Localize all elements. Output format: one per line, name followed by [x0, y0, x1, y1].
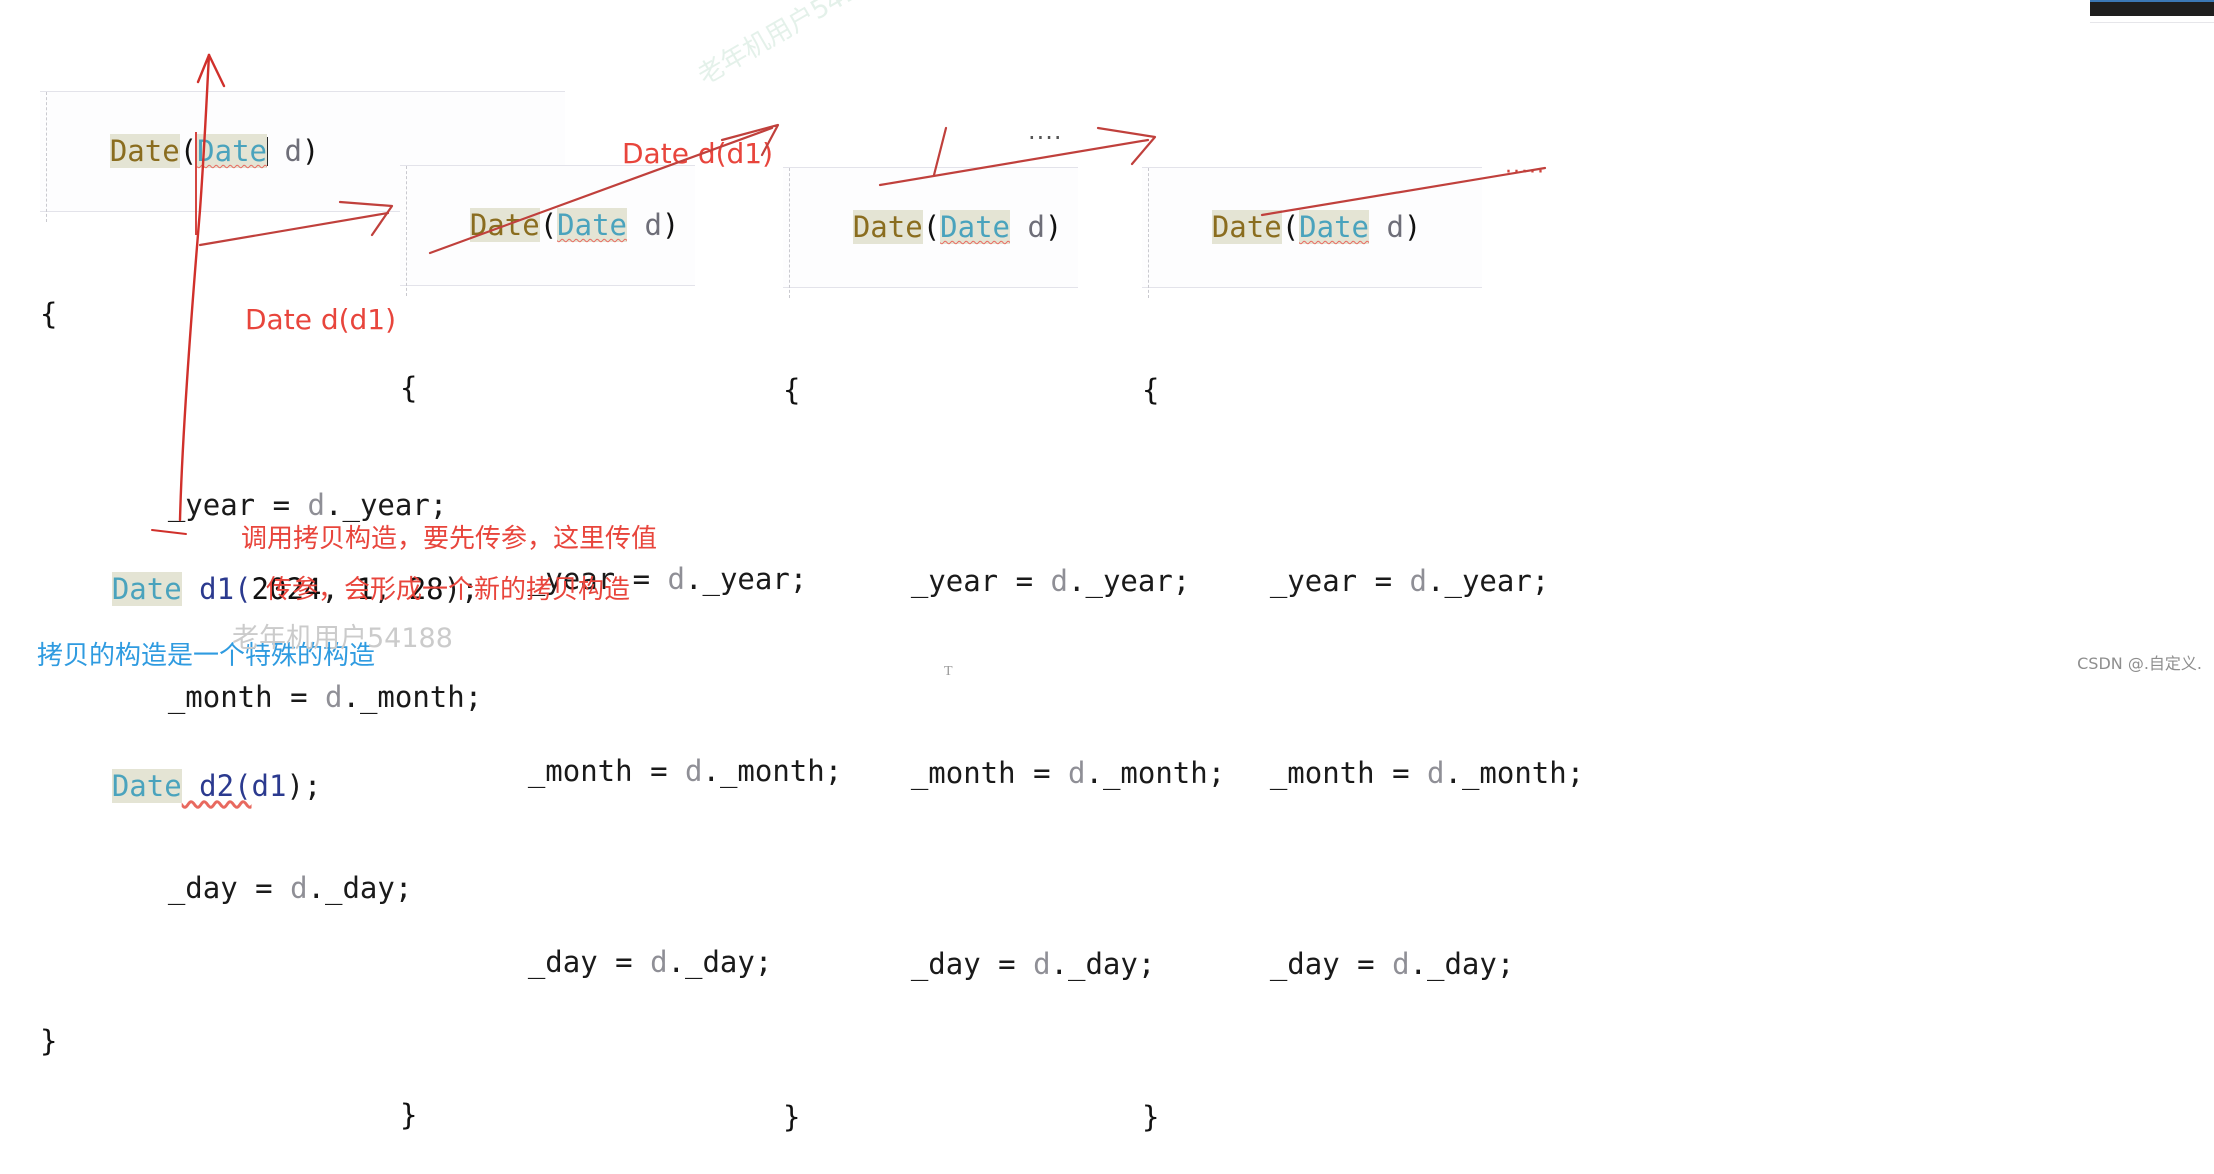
- param-token: d: [627, 207, 662, 242]
- tiny-letter-marker: T: [944, 664, 953, 679]
- paren-close: ): [661, 207, 680, 242]
- member-token: _day: [685, 944, 755, 979]
- type-token: Date: [111, 571, 182, 606]
- param-token: d: [1010, 209, 1045, 244]
- member-token: _month: [1461, 755, 1567, 790]
- close-brace: }: [1142, 1099, 1160, 1134]
- object-token: d: [685, 753, 703, 788]
- paren-close: ): [301, 133, 320, 168]
- paren-open: (: [1281, 209, 1300, 244]
- variable-token: d1(: [181, 571, 252, 606]
- line-tail: );: [286, 769, 322, 804]
- semicolon-token: ;: [1566, 755, 1585, 790]
- function-name-token: Date: [469, 207, 540, 242]
- member-token: _day: [1427, 946, 1497, 981]
- type-token: Date: [111, 769, 182, 804]
- dot-token: .: [702, 753, 720, 788]
- divider-top-right: [2090, 22, 2214, 23]
- member-token: _day: [1068, 946, 1138, 981]
- object-token: d: [1392, 946, 1410, 981]
- type-token: Date: [1299, 209, 1369, 244]
- paren-open: (: [179, 133, 198, 168]
- statement-line: _day = d._day;: [1200, 907, 1584, 1022]
- object-token: d: [1427, 755, 1445, 790]
- type-token: Date: [557, 207, 627, 242]
- object-token: d: [1409, 564, 1428, 599]
- type-token: Date: [197, 133, 267, 168]
- equals-token: =: [1374, 755, 1427, 790]
- indent-guide: [46, 92, 47, 222]
- function-name-token: Date: [852, 209, 923, 244]
- lhs-token: _year: [910, 564, 999, 599]
- annotation-chinese-line-2: 传参，会形成一个新的拷贝构造: [266, 575, 631, 605]
- ellipsis-marker-right: ·····: [1505, 160, 1545, 185]
- equals-token: =: [998, 564, 1051, 599]
- dot-token: .: [1050, 946, 1069, 981]
- object-token: d: [650, 944, 668, 979]
- semicolon-token: ;: [1496, 946, 1515, 981]
- window-chrome-strip: [2090, 0, 2214, 16]
- function-name-token: Date: [109, 133, 180, 168]
- dot-token: .: [685, 562, 703, 597]
- paren-open: (: [539, 207, 558, 242]
- equals-token: =: [980, 946, 1034, 981]
- code-block-3-signature[interactable]: Date(Date d): [783, 166, 1078, 289]
- code-block-4-signature[interactable]: Date(Date d): [1142, 166, 1482, 289]
- statement-line: _month = d._month;: [1200, 715, 1584, 830]
- indent-guide: [1148, 168, 1149, 298]
- statement-line: _year = d._year;: [1200, 524, 1584, 639]
- open-brace: {: [1142, 372, 1160, 407]
- annotation-date-d-d1-left: Date d(d1): [245, 303, 397, 336]
- dot-token: .: [1085, 755, 1103, 790]
- lhs-token: _month: [910, 755, 1016, 790]
- lhs-token: _month: [527, 753, 633, 788]
- annotation-chinese-blue: 拷贝的构造是一个特殊的构造: [37, 641, 376, 671]
- indent-guide: [406, 166, 407, 296]
- lhs-token: _month: [1269, 755, 1375, 790]
- lhs-token: _day: [910, 946, 981, 981]
- lhs-token: _day: [527, 944, 598, 979]
- member-token: _year: [1444, 564, 1532, 599]
- param-token: d: [267, 133, 302, 168]
- semicolon-token: ;: [754, 944, 773, 979]
- annotation-date-d-d1-mid: Date d(d1): [622, 137, 774, 170]
- variable-token: d2(: [181, 769, 252, 804]
- dot-token: .: [1068, 564, 1086, 599]
- dot-token: .: [1427, 564, 1445, 599]
- object-token: d: [1033, 946, 1051, 981]
- open-brace: {: [400, 370, 418, 405]
- arg-token: d1: [251, 769, 287, 804]
- paren-close: ): [1044, 209, 1063, 244]
- paren-close: ): [1403, 209, 1422, 244]
- param-token: d: [1369, 209, 1404, 244]
- close-brace: }: [400, 1097, 418, 1132]
- member-token: _year: [702, 562, 790, 597]
- code-block-4: Date(Date d) { _year = d._year; _month =…: [1142, 90, 1584, 1174]
- lhs-token: _day: [1269, 946, 1340, 981]
- dot-token: .: [1409, 946, 1428, 981]
- function-name-token: Date: [1211, 209, 1282, 244]
- type-token: Date: [940, 209, 1010, 244]
- semicolon-token: ;: [1531, 564, 1550, 599]
- csdn-watermark: CSDN @.自定义.: [2077, 654, 2202, 673]
- object-token: d: [1068, 755, 1086, 790]
- annotation-chinese-line-1: 调用拷贝构造，要先传参，这里传值: [241, 524, 658, 554]
- equals-token: =: [1357, 564, 1410, 599]
- paren-open: (: [922, 209, 941, 244]
- declaration-line-d2: Date d2(d1);: [42, 729, 479, 844]
- ellipsis-marker-mid: ....: [1028, 117, 1063, 145]
- object-token: d: [1050, 564, 1069, 599]
- code-block-2-signature[interactable]: Date(Date d): [400, 164, 695, 287]
- watermark-diagonal: 老年机用户54188: [693, 0, 893, 92]
- dot-token: .: [1444, 755, 1462, 790]
- equals-token: =: [597, 944, 651, 979]
- dot-token: .: [667, 944, 686, 979]
- lhs-token: _year: [1269, 564, 1358, 599]
- indent-guide: [789, 168, 790, 298]
- equals-token: =: [632, 753, 685, 788]
- object-token: d: [667, 562, 686, 597]
- equals-token: =: [1015, 755, 1068, 790]
- equals-token: =: [1339, 946, 1393, 981]
